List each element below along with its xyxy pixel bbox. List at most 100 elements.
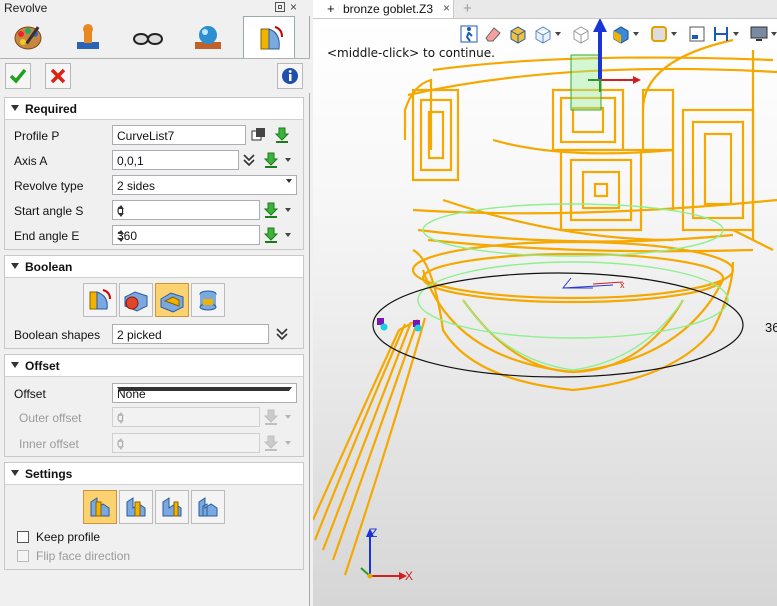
snap-point-marker[interactable] xyxy=(414,324,422,332)
new-tab-button[interactable]: + xyxy=(463,0,472,17)
flip-face-checkbox[interactable] xyxy=(17,550,29,562)
profile-value: CurveList7 xyxy=(117,129,175,143)
tab-revolve[interactable] xyxy=(243,16,295,58)
stamp-icon xyxy=(77,24,99,49)
axis-value: 0,0,1 xyxy=(117,154,144,168)
chevron-down-icon[interactable] xyxy=(633,32,639,36)
boolean-base-button[interactable] xyxy=(83,283,117,317)
display-mode-icon[interactable] xyxy=(649,24,669,44)
monitor-icon[interactable] xyxy=(749,24,769,44)
panel-close-button[interactable]: × xyxy=(290,0,297,14)
wireframe-box-icon[interactable] xyxy=(533,24,553,44)
revolve-type-select[interactable]: 2 sides xyxy=(112,175,297,195)
start-angle-spinner[interactable]: 0 xyxy=(112,200,260,220)
keep-profile-label: Keep profile xyxy=(36,530,101,544)
pick-arrow-icon[interactable] xyxy=(263,409,279,425)
spinner-arrows-icon[interactable] xyxy=(117,229,125,243)
chevron-down-icon[interactable] xyxy=(285,208,291,212)
color-box-icon[interactable] xyxy=(611,24,631,44)
section-settings-header[interactable]: Settings xyxy=(5,463,303,485)
setting-mode-3-button[interactable] xyxy=(155,490,189,524)
chevron-down-icon[interactable] xyxy=(733,32,739,36)
chevron-down-icon[interactable] xyxy=(555,32,561,36)
row-revolve-type: Revolve type 2 sides xyxy=(5,173,303,198)
chevron-down-icon[interactable] xyxy=(285,415,291,419)
outer-offset-spinner[interactable]: 0 xyxy=(112,407,260,427)
ok-button[interactable] xyxy=(5,63,31,89)
section-offset: Offset Offset None Outer offset 0 Inner … xyxy=(4,354,304,457)
double-chevron-down-icon[interactable] xyxy=(241,152,257,168)
chevron-down-icon[interactable] xyxy=(671,32,677,36)
tab-stamp[interactable] xyxy=(62,16,114,58)
chevron-down-icon[interactable] xyxy=(285,441,291,445)
section-title: Offset xyxy=(25,359,60,373)
tab-close-button[interactable]: × xyxy=(443,1,450,15)
row-profile: Profile P CurveList7 xyxy=(5,123,303,148)
section-required-header[interactable]: Required xyxy=(5,98,303,120)
spinner-arrows-icon xyxy=(117,437,125,451)
row-boolean-shapes: Boolean shapes 2 picked xyxy=(5,322,303,347)
setting-mode-4-button[interactable] xyxy=(191,490,225,524)
revolve-type-value: 2 sides xyxy=(117,179,156,193)
revolve-type-label: Revolve type xyxy=(14,179,84,193)
pick-arrow-icon[interactable] xyxy=(263,227,279,243)
chevron-down-icon[interactable] xyxy=(771,32,777,36)
boolean-remove-button[interactable] xyxy=(155,283,189,317)
pick-arrow-icon[interactable] xyxy=(263,152,279,168)
outer-offset-label: Outer offset xyxy=(19,411,82,425)
panel-titlebar: Revolve × xyxy=(0,0,310,16)
axis-x-label: X xyxy=(405,569,413,583)
checkmark-icon xyxy=(9,68,27,84)
axis-triad: Z X xyxy=(360,526,413,583)
section-title: Boolean xyxy=(25,260,73,274)
tab-bronze-goblet[interactable]: + bronze goblet.Z3 × xyxy=(313,0,454,18)
boolean-shapes-field[interactable]: 2 picked xyxy=(112,324,269,344)
document-tabs: + bronze goblet.Z3 × + xyxy=(313,0,777,19)
boolean-shapes-label: Boolean shapes xyxy=(14,328,101,342)
inner-offset-spinner[interactable]: 0 xyxy=(112,433,260,453)
walk-icon[interactable] xyxy=(459,24,479,44)
copy-icon[interactable] xyxy=(251,127,267,143)
pick-arrow-icon[interactable] xyxy=(274,127,290,143)
boolean-add-icon xyxy=(124,291,148,312)
manipulator-plane[interactable] xyxy=(570,54,602,111)
section-settings: Settings Keep profile Flip face directio… xyxy=(4,462,304,570)
row-start-angle: Start angle S 0 xyxy=(5,198,303,223)
dimension-icon[interactable] xyxy=(711,24,731,44)
pick-arrow-icon[interactable] xyxy=(263,202,279,218)
axis-field[interactable]: 0,0,1 xyxy=(112,150,239,170)
eraser-icon[interactable] xyxy=(483,24,503,44)
end-angle-spinner[interactable]: 360 xyxy=(112,225,260,245)
section-offset-header[interactable]: Offset xyxy=(5,355,303,377)
panel-layout-icon[interactable] xyxy=(687,24,707,44)
offset-select[interactable]: None xyxy=(112,383,297,403)
boolean-intersect-button[interactable] xyxy=(191,283,225,317)
panel-tabs xyxy=(0,16,310,58)
info-icon xyxy=(282,68,298,84)
profile-field[interactable]: CurveList7 xyxy=(112,125,246,145)
shaded-box-icon[interactable] xyxy=(508,24,528,44)
dimension-label: 36 xyxy=(765,320,777,335)
setting-mode-1-button[interactable] xyxy=(83,490,117,524)
tab-view[interactable] xyxy=(122,16,174,58)
cancel-button[interactable] xyxy=(45,63,71,89)
pin-icon[interactable] xyxy=(275,2,285,12)
boolean-add-button[interactable] xyxy=(119,283,153,317)
view-cube-icon[interactable] xyxy=(571,24,591,44)
keep-profile-checkbox[interactable] xyxy=(17,531,29,543)
setting-mode-2-button[interactable] xyxy=(119,490,153,524)
chevron-down-icon[interactable] xyxy=(285,233,291,237)
document-tab-label: bronze goblet.Z3 xyxy=(343,2,434,16)
tab-render[interactable] xyxy=(182,16,234,58)
tab-palette[interactable] xyxy=(2,16,54,58)
info-button[interactable] xyxy=(277,63,303,89)
svg-text:x: x xyxy=(620,280,625,290)
chevron-down-icon[interactable] xyxy=(285,158,291,162)
double-chevron-down-icon[interactable] xyxy=(274,326,290,342)
pick-arrow-icon[interactable] xyxy=(263,435,279,451)
axis-z-label: Z xyxy=(370,526,377,540)
snap-point-marker[interactable] xyxy=(380,323,388,331)
model-canvas[interactable]: 36 x Z X <middle-click> to continue. xyxy=(313,19,777,606)
spinner-arrows-icon[interactable] xyxy=(117,204,125,218)
section-boolean-header[interactable]: Boolean xyxy=(5,256,303,278)
